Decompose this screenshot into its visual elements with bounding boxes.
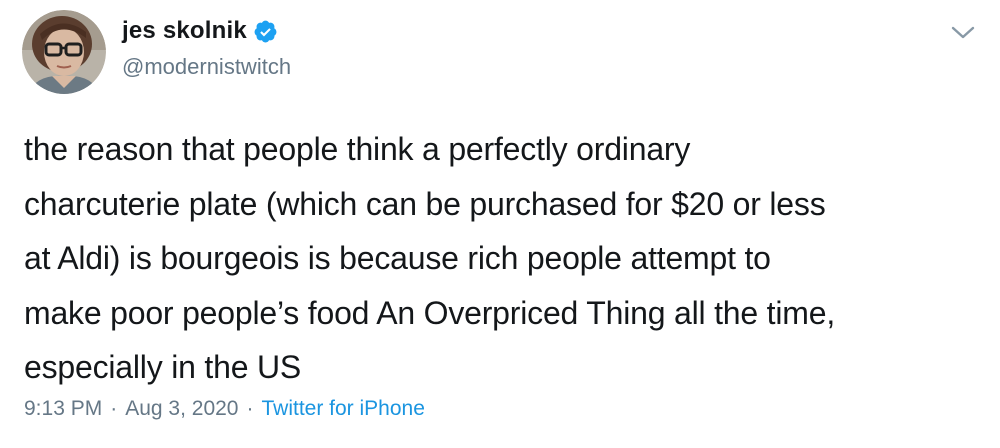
tweet-card: jes skolnik @modernistwitch the reason t… (0, 0, 1000, 448)
verified-badge-icon (253, 19, 278, 44)
author-header: jes skolnik @modernistwitch (122, 14, 291, 80)
name-row: jes skolnik (122, 14, 291, 48)
author-handle[interactable]: @modernistwitch (122, 54, 291, 80)
avatar[interactable] (22, 10, 106, 94)
avatar-image (22, 10, 106, 94)
meta-separator: · (246, 397, 254, 420)
tweet-time[interactable]: 9:13 PM (24, 397, 102, 421)
display-name[interactable]: jes skolnik (122, 17, 247, 45)
meta-separator: · (110, 397, 118, 420)
tweet-meta: 9:13 PM · Aug 3, 2020 · Twitter for iPho… (24, 397, 425, 421)
tweet-text: the reason that people think a perfectly… (24, 131, 836, 385)
tweet-source-link[interactable]: Twitter for iPhone (261, 397, 424, 421)
chevron-down-icon[interactable] (950, 22, 976, 42)
tweet-date[interactable]: Aug 3, 2020 (125, 397, 238, 421)
